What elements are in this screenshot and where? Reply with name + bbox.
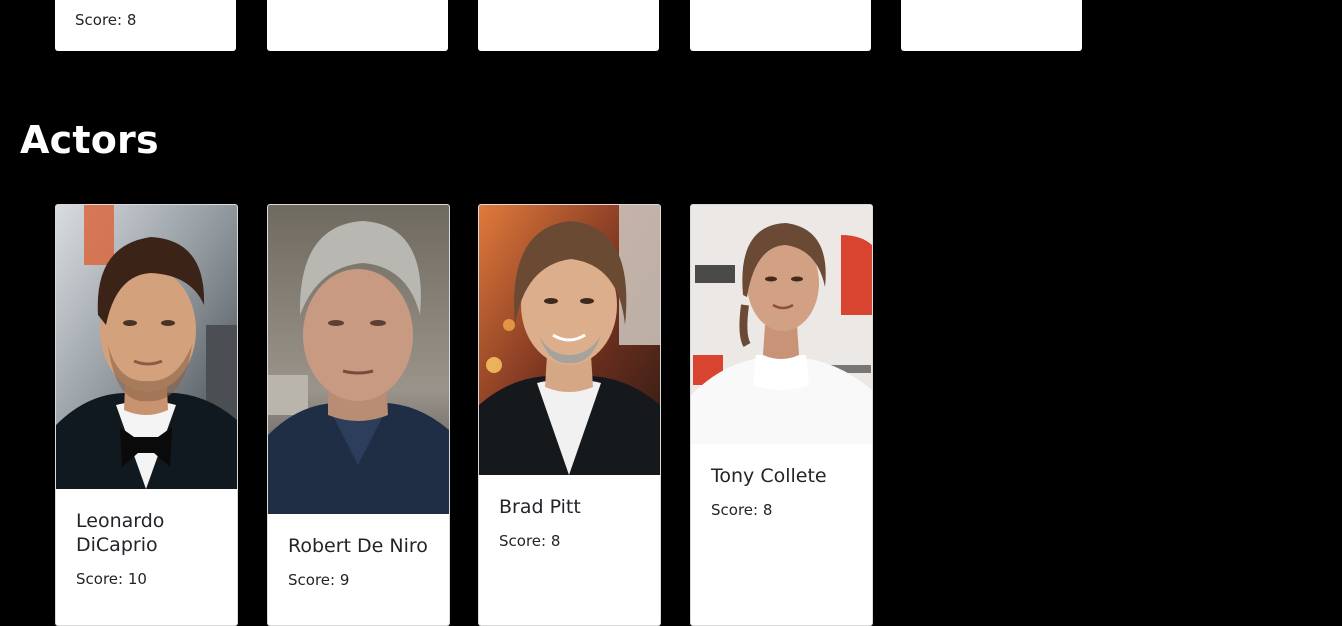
actor-name: Tony Collete [711,465,827,487]
top-card-score: Score: 8 [75,11,137,29]
actor-name: Brad Pitt [499,496,581,518]
top-card-4[interactable] [690,0,871,51]
top-card-2[interactable] [267,0,448,51]
top-card-3[interactable] [478,0,659,51]
actor-card-body: Leonardo DiCaprio Score: 10 [56,489,237,588]
actor-card-body: Tony Collete Score: 8 [691,444,872,519]
actor-photo [479,205,660,475]
actor-photo [56,205,237,489]
actor-score: Score: 9 [288,571,350,589]
actor-card-tony-collete[interactable]: Tony Collete Score: 8 [690,204,873,626]
actor-score: Score: 8 [499,532,561,550]
top-card-1[interactable]: Score: 8 [55,0,236,51]
top-card-row: Score: 8 [0,0,1342,52]
actor-card-leonardo-dicaprio[interactable]: Leonardo DiCaprio Score: 10 [55,204,238,626]
actor-photo [268,205,449,514]
actor-score: Score: 8 [711,501,773,519]
actor-score: Score: 10 [76,570,147,588]
actor-card-body: Robert De Niro Score: 9 [268,514,449,589]
section-title-actors: Actors [20,118,159,162]
top-card-5[interactable] [901,0,1082,51]
actor-photo [691,205,872,444]
actor-name: Leonardo DiCaprio [76,510,165,556]
actor-name: Robert De Niro [288,535,428,557]
actor-card-brad-pitt[interactable]: Brad Pitt Score: 8 [478,204,661,626]
actor-card-robert-de-niro[interactable]: Robert De Niro Score: 9 [267,204,450,626]
actor-card-body: Brad Pitt Score: 8 [479,475,660,550]
